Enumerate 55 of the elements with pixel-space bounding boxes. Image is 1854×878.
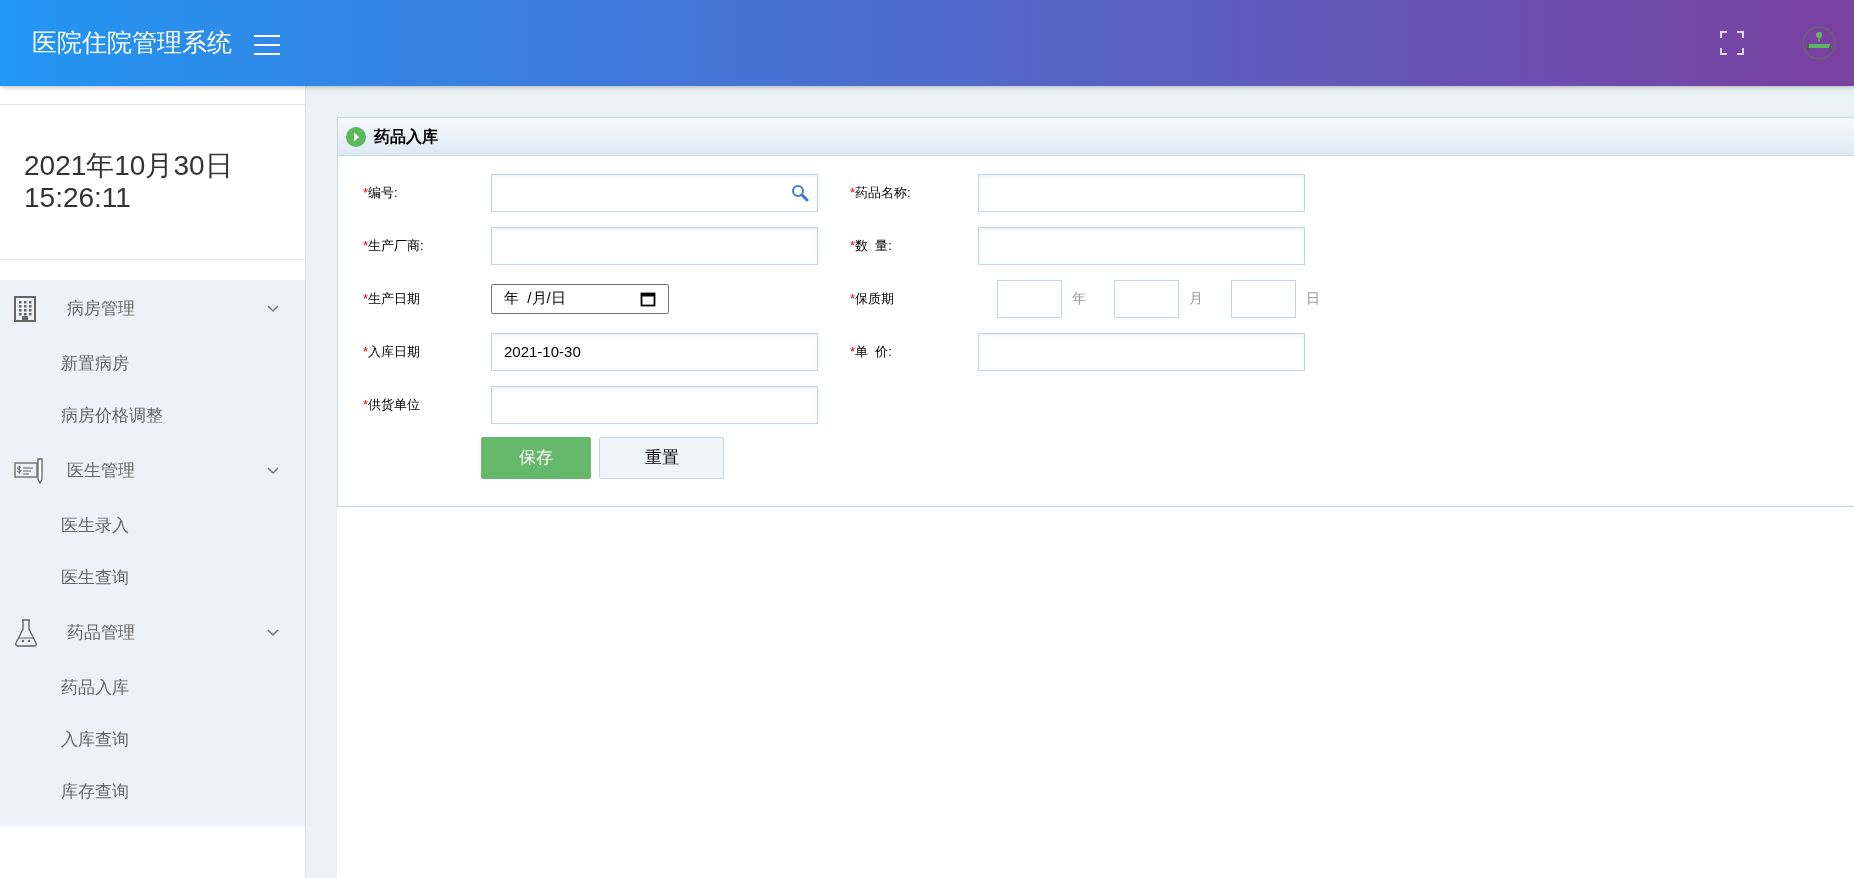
cheque-pen-icon bbox=[14, 457, 44, 485]
menu-item[interactable]: 库存查询 bbox=[0, 766, 305, 818]
input-field[interactable] bbox=[978, 332, 1305, 371]
required-mark: * bbox=[363, 290, 369, 306]
avatar-icon[interactable] bbox=[1802, 26, 1836, 60]
app-title: 医院住院管理系统 bbox=[32, 27, 232, 59]
required-mark: * bbox=[850, 237, 856, 253]
search-icon bbox=[791, 183, 809, 202]
menu-group[interactable]: 药品管理 bbox=[0, 604, 305, 662]
input-field[interactable] bbox=[491, 385, 818, 424]
flask-icon bbox=[14, 619, 38, 647]
menu-group[interactable]: 病房管理 bbox=[0, 280, 305, 338]
field-label: *生产厂商: bbox=[363, 236, 425, 255]
required-mark: * bbox=[850, 290, 856, 306]
field-label: *数 量: bbox=[850, 236, 893, 255]
required-mark: * bbox=[850, 343, 856, 359]
input-field[interactable] bbox=[978, 226, 1305, 265]
number-field[interactable] bbox=[1231, 279, 1296, 318]
menu-item[interactable]: 医生查询 bbox=[0, 552, 305, 604]
menu-button[interactable] bbox=[254, 35, 280, 55]
fullscreen-icon[interactable] bbox=[1720, 31, 1744, 55]
field-label: *入库日期 bbox=[363, 342, 422, 361]
play-circle-icon bbox=[346, 126, 366, 147]
input-field[interactable] bbox=[978, 173, 1305, 212]
calendar-icon bbox=[640, 290, 656, 307]
date-field[interactable]: 年 /月/日 bbox=[491, 283, 669, 314]
required-mark: * bbox=[363, 343, 369, 359]
reset-button[interactable]: 重置 bbox=[599, 437, 724, 479]
menu-item[interactable]: 药品入库 bbox=[0, 662, 305, 714]
unit-label: 日 bbox=[1306, 289, 1321, 308]
field-label: *保质期 bbox=[850, 289, 896, 308]
menu-group[interactable]: 医生管理 bbox=[0, 442, 305, 500]
required-mark: * bbox=[363, 184, 369, 200]
field-label: *生产日期 bbox=[363, 289, 422, 308]
number-field[interactable] bbox=[997, 279, 1062, 318]
required-mark: * bbox=[850, 184, 856, 200]
field-label: *编号: bbox=[363, 183, 399, 202]
field-label: *药品名称: bbox=[850, 183, 912, 202]
required-mark: * bbox=[363, 237, 369, 253]
unit-label: 月 bbox=[1189, 289, 1204, 308]
menu-item[interactable]: 入库查询 bbox=[0, 714, 305, 766]
menu-item[interactable]: 病房价格调整 bbox=[0, 390, 305, 442]
field-label: *供货单位 bbox=[363, 395, 422, 414]
date-time-display: 2021年10月30日 15:26:11 bbox=[0, 105, 305, 260]
input-field[interactable]: 2021-10-30 bbox=[491, 332, 818, 371]
panel-title: 药品入库 bbox=[374, 126, 438, 147]
menu-item[interactable]: 新置病房 bbox=[0, 338, 305, 390]
number-field[interactable] bbox=[1114, 279, 1179, 318]
input-field[interactable] bbox=[491, 226, 818, 265]
search-field[interactable] bbox=[491, 173, 818, 212]
building-icon bbox=[14, 296, 36, 322]
menu-item[interactable]: 医生录入 bbox=[0, 500, 305, 552]
field-label: *单 价: bbox=[850, 342, 893, 361]
required-mark: * bbox=[363, 396, 369, 412]
unit-label: 年 bbox=[1072, 289, 1087, 308]
